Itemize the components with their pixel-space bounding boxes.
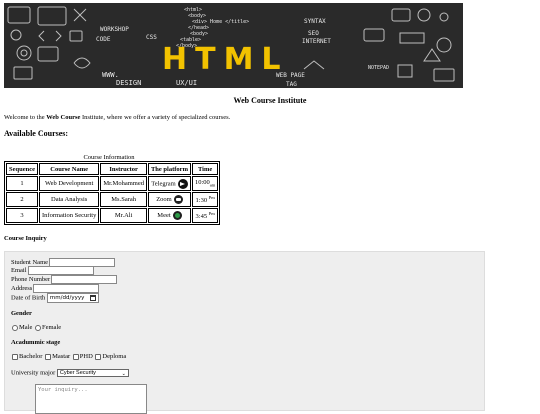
cell-platform: Zoom xyxy=(147,192,191,207)
master-checkbox[interactable] xyxy=(45,353,52,360)
diploma-checkbox[interactable] xyxy=(95,353,102,360)
platform-label: Zoom xyxy=(156,195,172,203)
phone-label: Phone Number xyxy=(11,275,51,283)
table-caption: Course Information xyxy=(83,154,135,161)
cell-time: 3:45 Pm xyxy=(191,208,219,223)
html-banner-image: <html> <body> <div> Home </title> </head… xyxy=(4,3,463,88)
time-suffix: am xyxy=(209,182,216,188)
svg-text:TAG: TAG xyxy=(286,81,297,88)
col-header: Time xyxy=(191,163,219,175)
svg-text:NOTEPAD: NOTEPAD xyxy=(368,65,389,71)
major-selected-value: Cyber Security xyxy=(59,370,96,376)
banner-artwork: <html> <body> <div> Home </title> </head… xyxy=(4,3,463,88)
table-header-row: Sequence Course Name Instructor The plat… xyxy=(6,163,219,175)
academic-heading: Acadummic stage xyxy=(11,339,61,346)
phd-label: PHD xyxy=(79,353,93,360)
gender-heading: Gender xyxy=(11,310,32,317)
address-label: Address xyxy=(11,284,33,292)
major-label: University major xyxy=(11,369,56,377)
cell-course-name: Web Development xyxy=(39,176,100,191)
cell-instructor: Mr.Ali xyxy=(100,208,147,223)
cell-instructor: Mr.Mohammed xyxy=(100,176,147,191)
svg-text:SYNTAX: SYNTAX xyxy=(304,18,326,25)
dob-field[interactable]: mm/dd/yyyy xyxy=(46,293,99,303)
cell-platform: Telegram xyxy=(147,176,191,191)
table-row: 2 Data Analysis Ms.Sarah Zoom 1:30 Pm xyxy=(6,192,219,207)
col-header: The platform xyxy=(147,163,191,175)
platform-label: Telegram xyxy=(151,179,176,187)
svg-text:SEO: SEO xyxy=(308,30,319,37)
col-header: Instructor xyxy=(100,163,147,175)
welcome-brand: Web Course xyxy=(46,114,81,121)
bachelor-checkbox[interactable] xyxy=(12,353,18,360)
table-row: 3 Information Security Mr.Ali Meet 3:45 … xyxy=(6,208,219,223)
gender-row: Male Female xyxy=(11,324,61,331)
telegram-icon xyxy=(177,178,188,189)
diploma-label: Deploma xyxy=(102,353,127,360)
cell-sequence: 3 xyxy=(6,208,38,223)
chevron-down-icon: ⌄ xyxy=(121,371,126,377)
major-select[interactable]: Cyber Security ⌄ xyxy=(56,369,129,377)
platform-label: Meet xyxy=(157,211,171,219)
gender-female-radio[interactable] xyxy=(34,324,41,331)
email-row: Email xyxy=(11,266,94,275)
meet-icon xyxy=(172,211,182,220)
svg-text:CODE: CODE xyxy=(96,36,111,43)
academic-row: Bachelor Mastar PHD Deploma xyxy=(11,353,126,360)
cell-course-name: Data Analysis xyxy=(39,192,100,207)
course-table: Sequence Course Name Instructor The plat… xyxy=(4,161,221,225)
cell-sequence: 2 xyxy=(6,192,38,207)
cell-time: 10:00am xyxy=(191,176,219,191)
cell-sequence: 1 xyxy=(6,176,38,191)
dob-placeholder: mm/dd/yyyy xyxy=(49,295,85,301)
col-header: Sequence xyxy=(6,163,38,175)
welcome-prefix: Welcome to the xyxy=(4,114,47,121)
address-field[interactable] xyxy=(33,284,100,293)
gender-female-label: Female xyxy=(41,324,62,331)
cell-time: 1:30 Pm xyxy=(191,192,219,207)
time-value: 1:30 xyxy=(195,197,208,205)
major-row: University major Cyber Security ⌄ xyxy=(11,369,129,377)
welcome-text: Welcome to the Web Course Institute, whe… xyxy=(4,114,230,121)
table-row: 1 Web Development Mr.Mohammed Telegram 1… xyxy=(6,176,219,191)
time-value: 10:00 xyxy=(194,179,210,187)
bachelor-label: Bachelor xyxy=(19,353,43,360)
time-suffix: Pm xyxy=(208,194,215,200)
student-name-label: Student Name xyxy=(11,258,49,266)
courses-heading: Available Courses: xyxy=(4,129,69,138)
svg-text:WWW.: WWW. xyxy=(102,71,119,79)
dob-label: Date of Birth xyxy=(11,294,46,302)
phone-row: Phone Number xyxy=(11,275,118,284)
phd-checkbox[interactable] xyxy=(72,353,79,360)
email-field[interactable] xyxy=(27,266,94,275)
svg-text:CSS: CSS xyxy=(146,34,157,41)
svg-text:INTERNET: INTERNET xyxy=(302,38,331,45)
svg-text:WORKSHOP: WORKSHOP xyxy=(100,26,129,33)
inquiry-placeholder: Your inquiry... xyxy=(38,387,88,393)
dob-row: Date of Birth mm/dd/yyyy xyxy=(11,293,99,303)
phone-field[interactable] xyxy=(51,275,118,284)
svg-text:UX/UI: UX/UI xyxy=(176,79,197,87)
inquiry-textarea[interactable]: Your inquiry... xyxy=(35,384,147,414)
cell-platform: Meet xyxy=(147,208,191,223)
site-title: Web Course Institute xyxy=(233,96,307,105)
master-label: Mastar xyxy=(52,353,71,360)
banner-title: HTML xyxy=(162,42,289,77)
email-label: Email xyxy=(11,266,27,274)
welcome-suffix: Institute, where we offer a variety of s… xyxy=(80,114,231,121)
address-row: Address xyxy=(11,284,100,293)
gender-male-label: Male xyxy=(19,324,33,331)
inquiry-form: Student Name Email Phone Number Address … xyxy=(4,251,485,414)
time-value: 3:45 xyxy=(195,213,208,221)
time-suffix: Pm xyxy=(208,210,215,216)
calendar-icon[interactable] xyxy=(89,295,96,301)
inquiry-heading: Course Inquiry xyxy=(4,235,47,242)
gender-male-radio[interactable] xyxy=(12,324,18,331)
cell-course-name: Information Security xyxy=(39,208,100,223)
zoom-icon xyxy=(173,195,183,204)
cell-instructor: Ms.Sarah xyxy=(100,192,147,207)
svg-text:DESIGN: DESIGN xyxy=(116,79,141,87)
col-header: Course Name xyxy=(39,163,100,175)
